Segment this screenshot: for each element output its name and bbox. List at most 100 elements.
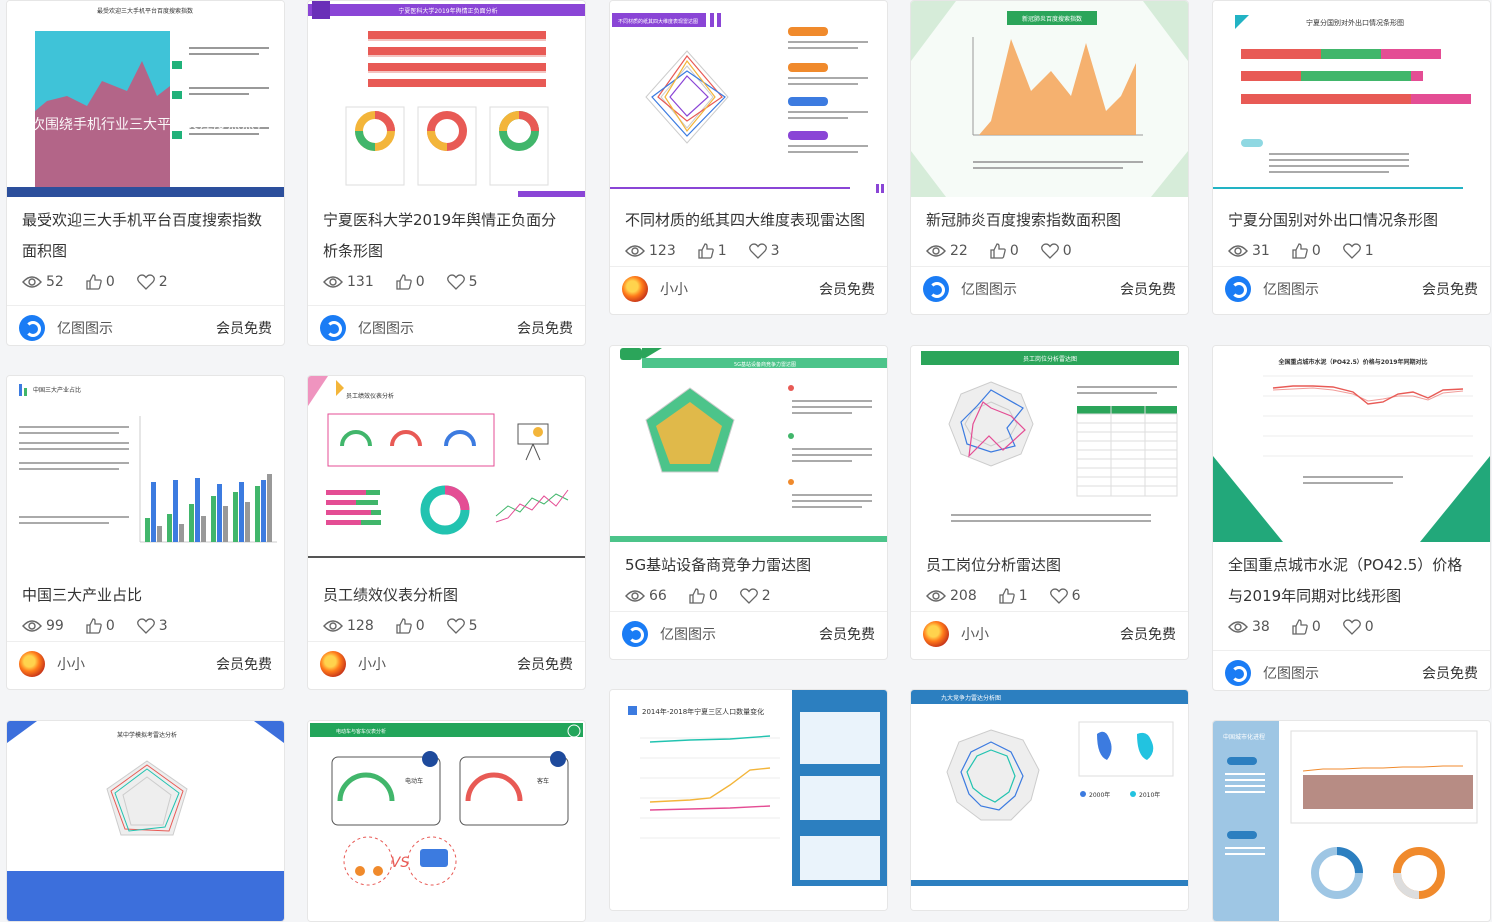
author[interactable]: 小小	[19, 651, 85, 677]
favorite-count[interactable]: 3	[136, 618, 168, 634]
card-thumbnail[interactable]: 新冠肺炎百度搜索指数	[911, 1, 1188, 197]
like-count[interactable]: 0	[396, 618, 425, 634]
card-title[interactable]: 不同材质的纸其四大维度表现雷达图	[625, 205, 872, 236]
template-card[interactable]: 宁夏分国别对外出口情况条形图 宁夏分国别对外出口情况条形图 31 0 1 亿图图…	[1212, 0, 1491, 315]
like-count[interactable]: 0	[396, 274, 425, 290]
author[interactable]: 亿图图示	[19, 315, 113, 341]
favorite-count[interactable]: 5	[446, 618, 478, 634]
card-thumbnail[interactable]: 员工绩效仪表分析	[308, 376, 585, 572]
vs-label: VS	[391, 855, 410, 871]
card-thumbnail[interactable]: 某中学模拟考雷达分析	[7, 721, 284, 921]
favorite-count[interactable]: 6	[1049, 588, 1081, 604]
template-card[interactable]: 中国城市化进程	[1212, 720, 1491, 922]
year-2000-label: 2000年	[1089, 791, 1110, 799]
card-thumbnail[interactable]: 全国重点城市水泥（PO42.5）价格与2019年同期对比	[1213, 346, 1490, 542]
thumbs-up-icon	[86, 618, 102, 634]
heart-icon	[136, 274, 155, 290]
like-count[interactable]: 1	[698, 243, 727, 259]
author[interactable]: 亿图图示	[320, 315, 414, 341]
card-thumbnail[interactable]: 中国三大产业占比	[7, 376, 284, 572]
card-title[interactable]: 最受欢迎三大手机平台百度搜索指数面积图	[22, 205, 269, 267]
favorite-count[interactable]: 1	[1342, 243, 1374, 259]
thumb-title: 电动车与客车仪表分析	[336, 728, 386, 735]
card-title[interactable]: 中国三大产业占比	[22, 580, 269, 611]
author[interactable]: 小小	[320, 651, 386, 677]
author[interactable]: 小小	[923, 621, 989, 647]
like-count[interactable]: 0	[1292, 619, 1321, 635]
edraw-logo-icon	[923, 276, 949, 302]
view-count: 66	[625, 588, 667, 604]
favorite-count[interactable]: 2	[136, 274, 168, 290]
template-card[interactable]: 中国三大产业占比 中国三大产业占比 99 0 3 小小 会员免费	[6, 375, 285, 690]
card-thumbnail[interactable]: 电动车与客车仪表分析 电动车 客车 VS	[308, 721, 585, 921]
heart-icon	[1040, 243, 1059, 259]
card-thumbnail[interactable]: 中国城市化进程	[1213, 721, 1490, 921]
price-label: 会员免费	[1120, 282, 1176, 298]
author[interactable]: 亿图图示	[1225, 660, 1319, 686]
eye-icon	[625, 590, 645, 602]
card-thumbnail[interactable]: 宁夏分国别对外出口情况条形图	[1213, 1, 1490, 197]
template-card[interactable]: 全国重点城市水泥（PO42.5）价格与2019年同期对比 全国重点城市水泥（PO…	[1212, 345, 1491, 691]
template-card[interactable]: 2014年-2018年宁夏三区人口数量变化	[609, 689, 888, 911]
eye-icon	[1228, 245, 1248, 257]
card-title[interactable]: 员工岗位分析雷达图	[926, 550, 1173, 581]
template-card[interactable]: 最受欢迎三大手机平台百度搜索指数 本次围绕手机行业三大平台关注度热点，对比 最受…	[6, 0, 285, 346]
card-thumbnail[interactable]: 九大竞争力雷达分析图 2000年 2010年	[911, 690, 1188, 910]
template-card[interactable]: 九大竞争力雷达分析图 2000年 2010年	[910, 689, 1189, 911]
template-card[interactable]: 电动车与客车仪表分析 电动车 客车 VS	[307, 720, 586, 922]
card-thumbnail[interactable]: 最受欢迎三大手机平台百度搜索指数 本次围绕手机行业三大平台关注度热点，对比	[7, 1, 284, 197]
template-card[interactable]: 员工岗位分析雷达图 员工岗位分析雷达图 208 1 6 小小 会员免费	[910, 345, 1189, 660]
price-label: 会员免费	[517, 321, 573, 337]
heart-icon	[739, 588, 758, 604]
like-count[interactable]: 0	[1292, 243, 1321, 259]
template-card[interactable]: 新冠肺炎百度搜索指数 新冠肺炎百度搜索指数面积图 22 0 0 亿图图示 会员免…	[910, 0, 1189, 315]
card-thumbnail[interactable]: 5G基站设备商竞争力雷达图	[610, 346, 887, 542]
like-count[interactable]: 0	[86, 618, 115, 634]
card-thumbnail[interactable]: 不同材质的纸其四大维度表现雷达图	[610, 1, 887, 197]
thumb-title: 5G基站设备商竞争力雷达图	[734, 361, 796, 368]
price-label: 会员免费	[216, 321, 272, 337]
label-electric: 电动车	[405, 777, 423, 785]
like-count[interactable]: 0	[990, 243, 1019, 259]
favorite-count[interactable]: 2	[739, 588, 771, 604]
like-count[interactable]: 0	[689, 588, 718, 604]
thumb-title: 员工岗位分析雷达图	[1023, 355, 1077, 363]
favorite-count[interactable]: 0	[1040, 243, 1072, 259]
favorite-count[interactable]: 5	[446, 274, 478, 290]
like-count[interactable]: 1	[999, 588, 1028, 604]
card-thumbnail[interactable]: 2014年-2018年宁夏三区人口数量变化	[610, 690, 887, 910]
thumb-title: 九大竞争力雷达分析图	[941, 694, 1001, 702]
thumb-title: 2014年-2018年宁夏三区人口数量变化	[642, 707, 764, 716]
thumb-title: 宁夏分国别对外出口情况条形图	[1306, 18, 1404, 27]
price-label: 会员免费	[216, 657, 272, 673]
favorite-count[interactable]: 3	[748, 243, 780, 259]
author[interactable]: 亿图图示	[1225, 276, 1319, 302]
card-title[interactable]: 宁夏医科大学2019年舆情正负面分析条形图	[323, 205, 570, 267]
thumbs-up-icon	[396, 618, 412, 634]
author[interactable]: 亿图图示	[622, 621, 716, 647]
card-thumbnail[interactable]: 员工岗位分析雷达图	[911, 346, 1188, 542]
thumbs-up-icon	[698, 243, 714, 259]
eye-icon	[926, 590, 946, 602]
edraw-logo-icon	[622, 621, 648, 647]
price-label: 会员免费	[819, 627, 875, 643]
template-card[interactable]: 不同材质的纸其四大维度表现雷达图 不同材质的纸其四大维度表现雷达图 123 1 …	[609, 0, 888, 315]
card-title[interactable]: 新冠肺炎百度搜索指数面积图	[926, 205, 1173, 236]
avatar	[622, 276, 648, 302]
template-card[interactable]: 员工绩效仪表分析 员工绩效仪表分析图 128 0 5 小小 会员免费	[307, 375, 586, 690]
favorite-count[interactable]: 0	[1342, 619, 1374, 635]
card-title[interactable]: 宁夏分国别对外出口情况条形图	[1228, 205, 1475, 236]
template-card[interactable]: 宁夏医科大学2019年舆情正负面分析 宁夏医科大学2019年舆情正负面分析条形图	[307, 0, 586, 346]
card-title[interactable]: 员工绩效仪表分析图	[323, 580, 570, 611]
like-count[interactable]: 0	[86, 274, 115, 290]
template-card[interactable]: 5G基站设备商竞争力雷达图 5G基站设备商竞争力雷达图 66 0 2 亿图图示 …	[609, 345, 888, 660]
card-thumbnail[interactable]: 宁夏医科大学2019年舆情正负面分析	[308, 1, 585, 197]
template-card[interactable]: 某中学模拟考雷达分析	[6, 720, 285, 922]
author[interactable]: 小小	[622, 276, 688, 302]
heart-icon	[446, 274, 465, 290]
edraw-logo-icon	[1225, 276, 1251, 302]
card-title[interactable]: 5G基站设备商竞争力雷达图	[625, 550, 872, 581]
thumb-title: 最受欢迎三大手机平台百度搜索指数	[97, 7, 193, 15]
card-title[interactable]: 全国重点城市水泥（PO42.5）价格与2019年同期对比线形图	[1228, 550, 1475, 612]
author[interactable]: 亿图图示	[923, 276, 1017, 302]
